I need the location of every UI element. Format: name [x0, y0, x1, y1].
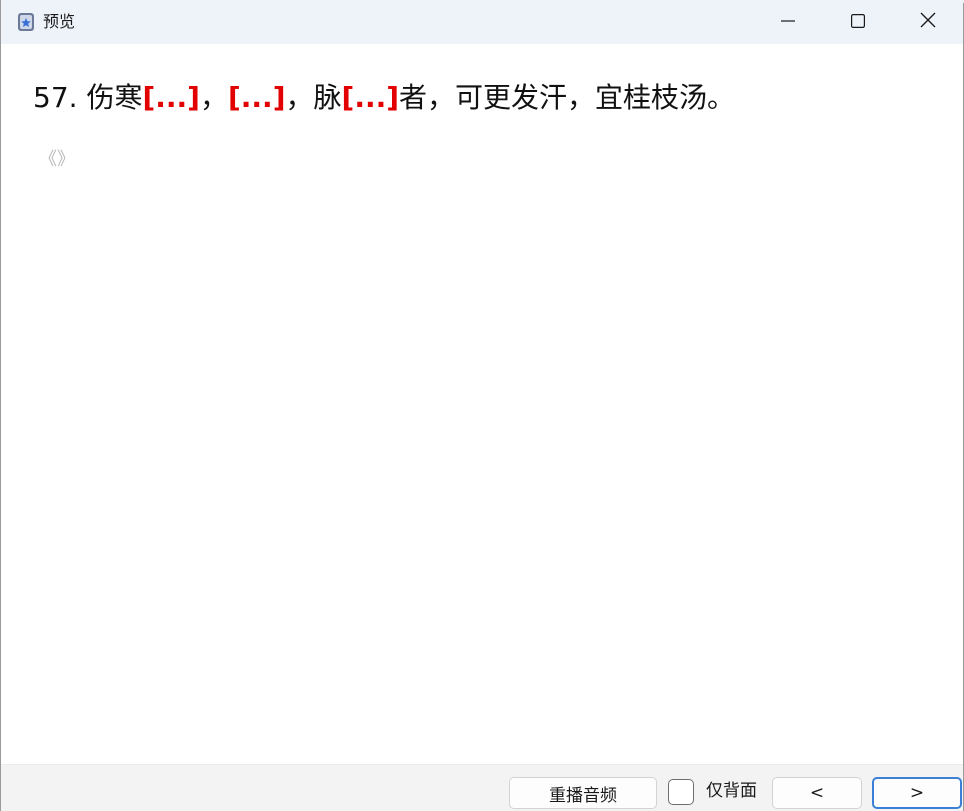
- back-only-checkbox[interactable]: [668, 779, 694, 805]
- close-button[interactable]: [893, 0, 963, 44]
- maximize-button[interactable]: [823, 0, 893, 44]
- back-only-label: 仅背面: [706, 781, 757, 801]
- maximize-icon: [851, 13, 866, 32]
- close-icon: [920, 12, 936, 32]
- card-text-part: ，: [199, 81, 228, 114]
- preview-window: 预览 57. 伤寒[...]，[...]，脉[...]者，可更发汗，宜桂枝汤。 …: [0, 0, 964, 811]
- title-bar[interactable]: 预览: [1, 0, 963, 44]
- minimize-icon: [781, 13, 795, 32]
- previous-button[interactable]: <: [772, 777, 862, 809]
- card-number: 57.: [33, 81, 78, 114]
- next-button[interactable]: >: [872, 777, 962, 809]
- replay-audio-button[interactable]: 重播音频: [509, 777, 657, 809]
- app-icon: [17, 12, 35, 32]
- cloze-blank: [...]: [142, 81, 200, 114]
- card-text-part: 伤寒: [86, 81, 143, 114]
- footer-bar: 重播音频 仅背面 < >: [1, 764, 963, 811]
- card-content: 57. 伤寒[...]，[...]，脉[...]者，可更发汗，宜桂枝汤。 《》: [1, 44, 963, 764]
- card-source: 《》: [39, 149, 75, 170]
- window-title: 预览: [43, 12, 76, 31]
- cloze-blank: [...]: [227, 81, 286, 114]
- card-question: 57. 伤寒[...]，[...]，脉[...]者，可更发汗，宜桂枝汤。: [33, 76, 735, 120]
- minimize-button[interactable]: [753, 0, 823, 44]
- card-text-part: ，脉: [285, 81, 342, 114]
- card-text-part: 者，可更发汗，宜桂枝汤。: [399, 81, 736, 114]
- cloze-blank: [...]: [341, 81, 400, 114]
